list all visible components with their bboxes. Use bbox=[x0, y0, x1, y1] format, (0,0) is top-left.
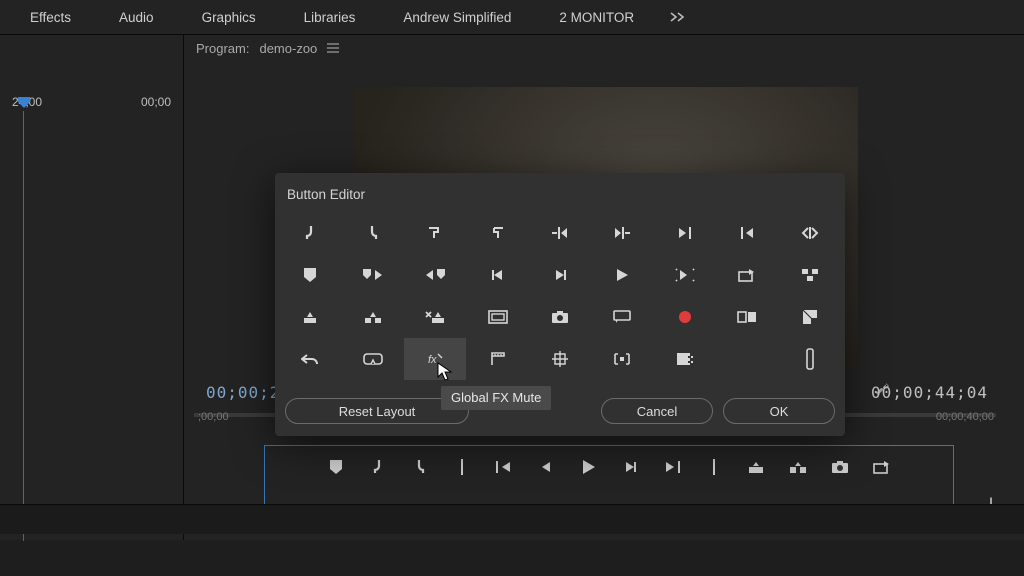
btn-goto-next-marker[interactable] bbox=[341, 254, 403, 296]
mark-out-icon[interactable] bbox=[409, 456, 431, 478]
step-back-icon[interactable] bbox=[535, 456, 557, 478]
btn-bracket[interactable] bbox=[591, 338, 653, 380]
btn-proxy[interactable] bbox=[654, 338, 716, 380]
btn-safe-margins[interactable] bbox=[466, 296, 528, 338]
btn-undo[interactable] bbox=[279, 338, 341, 380]
scrub-start: ;00;00 bbox=[198, 411, 229, 423]
bar-icon[interactable] bbox=[451, 456, 473, 478]
btn-step-fwd[interactable] bbox=[529, 254, 591, 296]
btn-global-fx-mute[interactable]: fx bbox=[404, 338, 466, 380]
btn-jump-edit[interactable] bbox=[779, 212, 841, 254]
playhead-line bbox=[23, 111, 24, 541]
btn-mark-out[interactable] bbox=[341, 212, 403, 254]
workspace-tab-bar: Effects Audio Graphics Libraries Andrew … bbox=[0, 0, 1024, 35]
tab-andrew[interactable]: Andrew Simplified bbox=[379, 0, 535, 35]
btn-grid[interactable] bbox=[529, 338, 591, 380]
panel-menu-icon[interactable] bbox=[327, 42, 339, 56]
cancel-button[interactable]: Cancel bbox=[601, 398, 713, 424]
tab-2monitor[interactable]: 2 MONITOR bbox=[535, 0, 658, 35]
program-label: Program: bbox=[196, 41, 249, 56]
btn-insert[interactable] bbox=[279, 296, 341, 338]
marker-icon[interactable] bbox=[325, 456, 347, 478]
btn-multicam[interactable] bbox=[779, 254, 841, 296]
svg-text:fx: fx bbox=[428, 354, 437, 366]
btn-goto-prev-marker[interactable] bbox=[404, 254, 466, 296]
scrub-end: 00;00;40;00 bbox=[936, 411, 994, 423]
play-icon[interactable] bbox=[577, 456, 599, 478]
transport-button-bar[interactable] bbox=[264, 445, 954, 509]
goto-in-icon[interactable] bbox=[493, 456, 515, 478]
btn-export[interactable] bbox=[716, 254, 778, 296]
left-panel: 24;00 00;00 bbox=[0, 35, 184, 540]
btn-vr[interactable] bbox=[341, 338, 403, 380]
extract-icon[interactable] bbox=[787, 456, 809, 478]
btn-mark-selection[interactable] bbox=[466, 212, 528, 254]
camera-icon[interactable] bbox=[829, 456, 851, 478]
btn-mark-clip[interactable] bbox=[404, 212, 466, 254]
btn-outframe[interactable] bbox=[716, 338, 778, 380]
mark-in-icon[interactable] bbox=[367, 456, 389, 478]
btn-x-insert[interactable] bbox=[404, 296, 466, 338]
btn-step-back[interactable] bbox=[466, 254, 528, 296]
btn-camera[interactable] bbox=[529, 296, 591, 338]
btn-goto-out[interactable] bbox=[591, 212, 653, 254]
btn-goto-in[interactable] bbox=[529, 212, 591, 254]
button-editor-grid: fx bbox=[275, 208, 845, 380]
btn-comment[interactable] bbox=[591, 296, 653, 338]
dialog-title: Button Editor bbox=[275, 173, 845, 208]
lift-icon[interactable] bbox=[745, 456, 767, 478]
overflow-icon[interactable] bbox=[658, 12, 698, 22]
btn-record[interactable] bbox=[654, 296, 716, 338]
button-editor-dialog: Button Editor fx bbox=[275, 173, 845, 436]
goto-out-icon[interactable] bbox=[661, 456, 683, 478]
tab-effects[interactable]: Effects bbox=[6, 0, 95, 35]
btn-comparison[interactable] bbox=[716, 296, 778, 338]
tab-audio[interactable]: Audio bbox=[95, 0, 178, 35]
bar2-icon[interactable] bbox=[703, 456, 725, 478]
program-name: demo-zoo bbox=[259, 41, 317, 56]
bottom-strip bbox=[0, 504, 1024, 534]
btn-overwrite[interactable] bbox=[341, 296, 403, 338]
btn-handle[interactable] bbox=[779, 338, 841, 380]
btn-play-around[interactable] bbox=[654, 254, 716, 296]
btn-marker[interactable] bbox=[279, 254, 341, 296]
ruler-end: 00;00 bbox=[141, 95, 171, 109]
cursor-icon bbox=[437, 362, 453, 387]
btn-play[interactable] bbox=[591, 254, 653, 296]
tooltip: Global FX Mute bbox=[441, 386, 551, 410]
btn-ruler[interactable] bbox=[466, 338, 528, 380]
ok-button[interactable]: OK bbox=[723, 398, 835, 424]
step-fwd-icon[interactable] bbox=[619, 456, 641, 478]
btn-toggle-mask[interactable] bbox=[779, 296, 841, 338]
export-icon[interactable] bbox=[871, 456, 893, 478]
btn-next-edit[interactable] bbox=[654, 212, 716, 254]
btn-prev-edit[interactable] bbox=[716, 212, 778, 254]
tab-graphics[interactable]: Graphics bbox=[178, 0, 280, 35]
tab-libraries[interactable]: Libraries bbox=[280, 0, 380, 35]
timecode-duration[interactable]: 00;00;44;04 bbox=[871, 383, 988, 402]
program-header[interactable]: Program: demo-zoo bbox=[184, 35, 1024, 62]
playhead-marker[interactable] bbox=[16, 97, 32, 113]
btn-mark-in[interactable] bbox=[279, 212, 341, 254]
transport-row bbox=[265, 456, 953, 478]
